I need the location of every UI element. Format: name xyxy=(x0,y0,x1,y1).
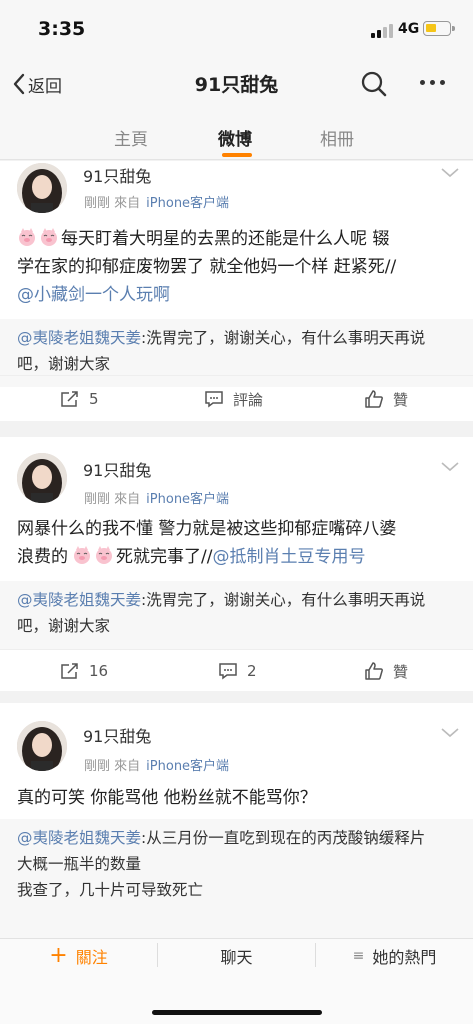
emoji-pig-icon xyxy=(72,545,92,565)
quoted-text: 我查了，几十片可导致死亡 xyxy=(17,881,204,899)
action-bar: 5 評論 贊 xyxy=(0,375,473,421)
like-button[interactable]: 贊 xyxy=(364,650,408,692)
nav-bar: 返回 91只甜兔 xyxy=(0,56,473,112)
post-source: iPhone客户端 xyxy=(146,196,230,211)
author-name[interactable]: 91只甜兔 xyxy=(83,723,151,747)
status-time: 3:35 xyxy=(38,18,86,40)
source-prefix: 來自 xyxy=(114,759,141,774)
thumbs-up-icon xyxy=(365,662,383,680)
post-text-line: 网暴什么的我不懂 警力就是被这些抑郁症嘴碎八婆 xyxy=(17,519,397,539)
post-time: 剛剛 xyxy=(84,196,111,211)
page-title: 91只甜兔 xyxy=(194,74,279,96)
tab-weibo[interactable]: 微博 xyxy=(218,125,252,150)
repost-count: 5 xyxy=(89,390,99,408)
emoji-pig-icon xyxy=(39,227,59,247)
mention-link[interactable]: @夷陵老姐魏天姜 xyxy=(17,829,141,847)
mention-link[interactable]: @抵制肖土豆专用号 xyxy=(212,547,365,567)
quoted-post[interactable]: @夷陵老姐魏天姜:洗胃完了，谢谢关心，有什么事明天再说吧，谢谢大家 xyxy=(0,581,473,649)
like-button[interactable]: 贊 xyxy=(364,376,408,422)
follow-label: 關注 xyxy=(75,948,108,967)
avatar[interactable] xyxy=(17,721,67,771)
repost-button[interactable]: 16 xyxy=(60,650,108,692)
avatar[interactable] xyxy=(17,163,67,213)
hot-posts-label: 她的熱門 xyxy=(372,948,437,967)
comment-button[interactable]: 2 xyxy=(218,650,257,692)
repost-icon xyxy=(61,391,78,407)
post-source: iPhone客户端 xyxy=(146,492,230,507)
comment-icon xyxy=(219,663,237,680)
action-bar: 16 2 贊 xyxy=(0,649,473,691)
post-text-line: 每天盯着大明星的去黑的还能是什么人呢 辍 xyxy=(61,229,390,249)
tab-album[interactable]: 相冊 xyxy=(320,125,354,150)
mention-link[interactable]: @夷陵老姐魏天姜 xyxy=(17,329,141,347)
like-label: 贊 xyxy=(393,662,409,681)
post-text: 网暴什么的我不懂 警力就是被这些抑郁症嘴碎八婆 浪费的 死就完事了//@抵制肖土豆… xyxy=(17,515,457,571)
plus-icon: + xyxy=(49,943,68,968)
repost-count: 16 xyxy=(89,662,109,680)
emoji-pig-icon xyxy=(94,545,114,565)
post-source: iPhone客户端 xyxy=(146,759,230,774)
comment-button[interactable]: 評論 xyxy=(204,376,263,422)
source-prefix: 來自 xyxy=(114,196,141,211)
status-bar: 3:35 4G xyxy=(0,0,473,56)
quoted-text: :从三月份一直吃到现在的丙茂酸钠缓释片 xyxy=(141,829,426,847)
thumbs-up-icon xyxy=(365,390,383,408)
feed: 91只甜兔 剛剛 來自 iPhone客户端 每天盯着大明星的去黑的还能是什么人呢 … xyxy=(0,161,473,938)
mention-link[interactable]: @夷陵老姐魏天姜 xyxy=(17,591,141,609)
source-prefix: 來自 xyxy=(114,492,141,507)
bottom-action-bar: + 關注 聊天 ≡ 她的熱門 xyxy=(0,938,473,1024)
post-meta: 剛剛 來自 iPhone客户端 xyxy=(84,192,229,211)
profile-tabs: 主頁 微博 相冊 xyxy=(0,112,473,160)
post-meta: 剛剛 來自 iPhone客户端 xyxy=(84,755,229,774)
author-name[interactable]: 91只甜兔 xyxy=(83,163,151,187)
back-label: 返回 xyxy=(28,76,62,97)
more-icon[interactable] xyxy=(420,80,445,85)
network-type: 4G xyxy=(398,21,420,37)
post-card: 91只甜兔 剛剛 來自 iPhone客户端 真的可笑 你能骂他 他粉丝就不能骂你？… xyxy=(0,703,473,938)
post-text-line: 学在家的抑郁症废物罢了 就全他妈一个样 赶紧死// xyxy=(17,257,397,277)
signal-icon xyxy=(371,24,393,38)
post-text: 真的可笑 你能骂他 他粉丝就不能骂你？ xyxy=(17,788,317,808)
chevron-down-icon[interactable] xyxy=(441,462,459,472)
post-time: 剛剛 xyxy=(84,492,111,507)
chevron-down-icon[interactable] xyxy=(441,728,459,738)
chat-label: 聊天 xyxy=(220,948,253,967)
menu-lines-icon: ≡ xyxy=(352,948,365,964)
avatar[interactable] xyxy=(17,453,67,503)
post-time: 剛剛 xyxy=(84,759,111,774)
comment-label: 評論 xyxy=(233,390,264,409)
quoted-post[interactable]: @夷陵老姐魏天姜:从三月份一直吃到现在的丙茂酸钠缓释片 大概一瓶半的数量 我查了… xyxy=(0,819,473,938)
like-label: 贊 xyxy=(393,390,409,409)
comment-count: 2 xyxy=(247,662,257,680)
chevron-down-icon[interactable] xyxy=(441,168,459,178)
repost-button[interactable]: 5 xyxy=(60,376,99,422)
post-text: 每天盯着大明星的去黑的还能是什么人呢 辍 学在家的抑郁症废物罢了 就全他妈一个样… xyxy=(17,225,457,309)
post-card: 91只甜兔 剛剛 來自 iPhone客户端 每天盯着大明星的去黑的还能是什么人呢 … xyxy=(0,161,473,421)
follow-button[interactable]: + 關注 xyxy=(0,939,157,973)
active-tab-indicator xyxy=(222,153,252,157)
author-name[interactable]: 91只甜兔 xyxy=(83,457,151,481)
post-card: 91只甜兔 剛剛 來自 iPhone客户端 网暴什么的我不懂 警力就是被这些抑郁症… xyxy=(0,437,473,691)
quoted-text: 大概一瓶半的数量 xyxy=(17,855,142,873)
post-meta: 剛剛 來自 iPhone客户端 xyxy=(84,488,229,507)
tab-home[interactable]: 主頁 xyxy=(114,125,148,150)
hot-posts-button[interactable]: ≡ 她的熱門 xyxy=(316,939,473,973)
chevron-left-icon xyxy=(13,73,25,95)
back-button[interactable]: 返回 xyxy=(12,68,62,100)
chat-button[interactable]: 聊天 xyxy=(158,939,315,973)
search-icon[interactable] xyxy=(360,70,388,98)
emoji-pig-icon xyxy=(17,227,37,247)
post-text-line: 浪费的 xyxy=(17,547,68,567)
home-indicator xyxy=(152,1010,322,1015)
post-text-line: 死就完事了// xyxy=(116,547,213,567)
comment-icon xyxy=(205,391,223,408)
battery-icon xyxy=(423,21,455,36)
repost-icon xyxy=(61,663,78,679)
mention-link[interactable]: @小藏剑一个人玩啊 xyxy=(17,281,457,309)
